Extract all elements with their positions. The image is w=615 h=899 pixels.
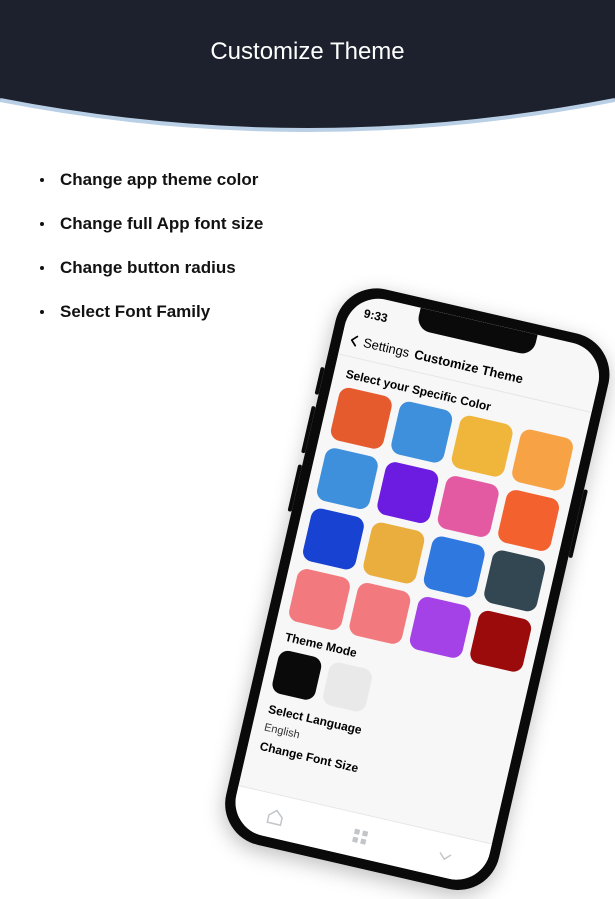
- chevron-down-icon[interactable]: [434, 845, 456, 867]
- back-label: Settings: [362, 335, 411, 360]
- feature-text: Change full App font size: [60, 214, 263, 234]
- grid-icon[interactable]: [349, 825, 371, 847]
- bullet-icon: [40, 178, 44, 182]
- bullet-icon: [40, 310, 44, 314]
- color-swatch[interactable]: [408, 595, 473, 660]
- phone-side-button: [315, 367, 325, 395]
- color-swatch[interactable]: [496, 488, 561, 553]
- home-icon[interactable]: [265, 806, 287, 828]
- color-swatch[interactable]: [482, 548, 547, 613]
- color-grid: [287, 386, 575, 674]
- theme-mode-swatch-light[interactable]: [321, 661, 374, 714]
- feature-item: Change app theme color: [40, 170, 360, 190]
- color-swatch[interactable]: [468, 609, 533, 674]
- phone-screen: 9:33 Settings Customize Theme Select you…: [229, 292, 606, 886]
- color-swatch[interactable]: [329, 386, 394, 451]
- color-swatch[interactable]: [389, 400, 454, 465]
- page-header: Customize Theme: [0, 0, 615, 130]
- phone-mockup: 9:33 Settings Customize Theme Select you…: [217, 280, 615, 898]
- bullet-icon: [40, 222, 44, 226]
- feature-list: Change app theme color Change full App f…: [40, 170, 360, 346]
- bottom-nav: [229, 785, 492, 886]
- color-swatch[interactable]: [510, 428, 575, 493]
- color-swatch[interactable]: [436, 474, 501, 539]
- status-time: 9:33: [362, 306, 389, 325]
- theme-mode-swatch-dark[interactable]: [270, 649, 323, 702]
- feature-text: Change app theme color: [60, 170, 258, 190]
- phone-side-button: [301, 406, 316, 454]
- color-swatch[interactable]: [450, 414, 515, 479]
- color-swatch[interactable]: [361, 521, 426, 586]
- feature-item: Change full App font size: [40, 214, 360, 234]
- color-swatch[interactable]: [348, 581, 413, 646]
- screen-body: Select your Specific Color: [247, 354, 592, 808]
- feature-text: Change button radius: [60, 258, 236, 278]
- page-title: Customize Theme: [0, 38, 615, 66]
- feature-item: Select Font Family: [40, 302, 360, 322]
- phone-side-button: [288, 464, 303, 512]
- color-swatch[interactable]: [287, 567, 352, 632]
- phone-frame: 9:33 Settings Customize Theme Select you…: [217, 280, 615, 898]
- color-swatch[interactable]: [375, 460, 440, 525]
- color-swatch[interactable]: [301, 507, 366, 572]
- bullet-icon: [40, 266, 44, 270]
- chevron-left-icon: [346, 332, 363, 349]
- feature-item: Change button radius: [40, 258, 360, 278]
- feature-text: Select Font Family: [60, 302, 210, 322]
- back-button[interactable]: Settings: [340, 330, 411, 360]
- color-swatch[interactable]: [315, 446, 380, 511]
- color-swatch[interactable]: [422, 535, 487, 600]
